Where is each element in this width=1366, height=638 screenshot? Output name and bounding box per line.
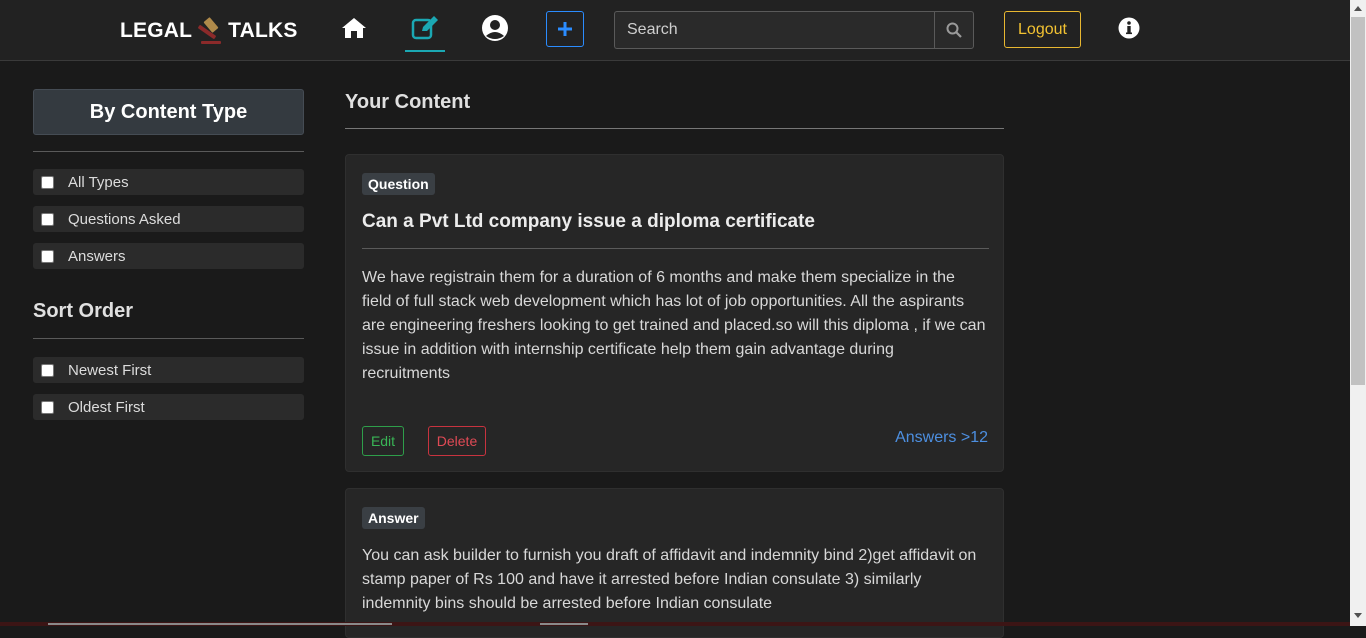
- edit-icon[interactable]: [405, 13, 445, 52]
- divider: [33, 338, 304, 339]
- sort-newest-first[interactable]: Newest First: [33, 357, 304, 383]
- sort-oldest-first[interactable]: Oldest First: [33, 394, 304, 420]
- filter-questions-asked[interactable]: Questions Asked: [33, 206, 304, 232]
- gavel-icon: [198, 17, 222, 44]
- home-icon[interactable]: [339, 13, 369, 43]
- content-type-header: By Content Type: [33, 89, 304, 135]
- sort-order-title: Sort Order: [33, 300, 134, 322]
- divider: [362, 248, 989, 249]
- body-line: recruitments: [362, 365, 451, 382]
- filter-label: Answers: [68, 247, 126, 265]
- search-icon: [946, 22, 962, 38]
- checkbox[interactable]: [41, 400, 54, 414]
- search-input[interactable]: [614, 11, 934, 49]
- edit-button[interactable]: Edit: [362, 426, 404, 456]
- body-line: We have registrain them for a duration o…: [362, 269, 955, 286]
- scroll-up-arrow-icon[interactable]: [1354, 6, 1362, 11]
- body-line: are engineering freshers looking to get …: [362, 317, 986, 334]
- content-card-question: Question Can a Pvt Ltd company issue a d…: [345, 154, 1004, 472]
- question-body: We have registrain them for a duration o…: [362, 266, 992, 386]
- vertical-scrollbar[interactable]: [1350, 0, 1366, 626]
- answer-body: You can ask builder to furnish you draft…: [362, 544, 992, 616]
- info-icon[interactable]: [1114, 13, 1144, 43]
- content-card-answer: Answer You can ask builder to furnish yo…: [345, 488, 1004, 638]
- question-title[interactable]: Can a Pvt Ltd company issue a diploma ce…: [362, 211, 815, 233]
- filter-all-types[interactable]: All Types: [33, 169, 304, 195]
- sort-label: Oldest First: [68, 398, 145, 416]
- search-group: [614, 11, 974, 49]
- brand-right-text: TALKS: [228, 19, 298, 42]
- brand-left-text: LEGAL: [120, 19, 193, 42]
- body-line: field of full stack web development whic…: [362, 293, 965, 310]
- content-type-badge: Answer: [362, 507, 425, 529]
- content-type-badge: Question: [362, 173, 435, 195]
- filter-answers[interactable]: Answers: [33, 243, 304, 269]
- top-navbar: LEGAL TALKS Search Logout: [0, 0, 1350, 61]
- body-line: issue in addition with internship certif…: [362, 341, 894, 358]
- scrollbar-thumb[interactable]: [540, 623, 588, 625]
- checkbox[interactable]: [41, 175, 54, 189]
- page-title: Your Content: [345, 91, 471, 113]
- answers-link[interactable]: Answers >12: [895, 429, 988, 447]
- delete-button[interactable]: Delete: [428, 426, 486, 456]
- sort-label: Newest First: [68, 361, 152, 379]
- brand-logo[interactable]: LEGAL TALKS: [120, 16, 298, 46]
- horizontal-scrollbar[interactable]: [0, 622, 1350, 626]
- checkbox[interactable]: [41, 363, 54, 377]
- divider: [33, 151, 304, 152]
- scroll-down-arrow-icon[interactable]: [1354, 613, 1362, 618]
- filter-label: Questions Asked: [68, 210, 181, 228]
- divider: [345, 128, 1004, 129]
- checkbox[interactable]: [41, 249, 54, 263]
- plus-icon: [558, 22, 572, 36]
- body-line: indemnity bins should be arrested before…: [362, 595, 773, 612]
- body-line: You can ask builder to furnish you draft…: [362, 547, 977, 564]
- checkbox[interactable]: [41, 212, 54, 226]
- filter-label: All Types: [68, 173, 129, 191]
- scrollbar-thumb[interactable]: [48, 623, 392, 625]
- user-circle-icon[interactable]: [480, 13, 510, 43]
- search-button[interactable]: [934, 11, 974, 49]
- logout-button[interactable]: Logout: [1004, 11, 1081, 48]
- scrollbar-thumb[interactable]: [1351, 17, 1365, 385]
- body-line: stamp paper of Rs 100 and have it arrest…: [362, 571, 922, 588]
- add-post-button[interactable]: [546, 11, 584, 47]
